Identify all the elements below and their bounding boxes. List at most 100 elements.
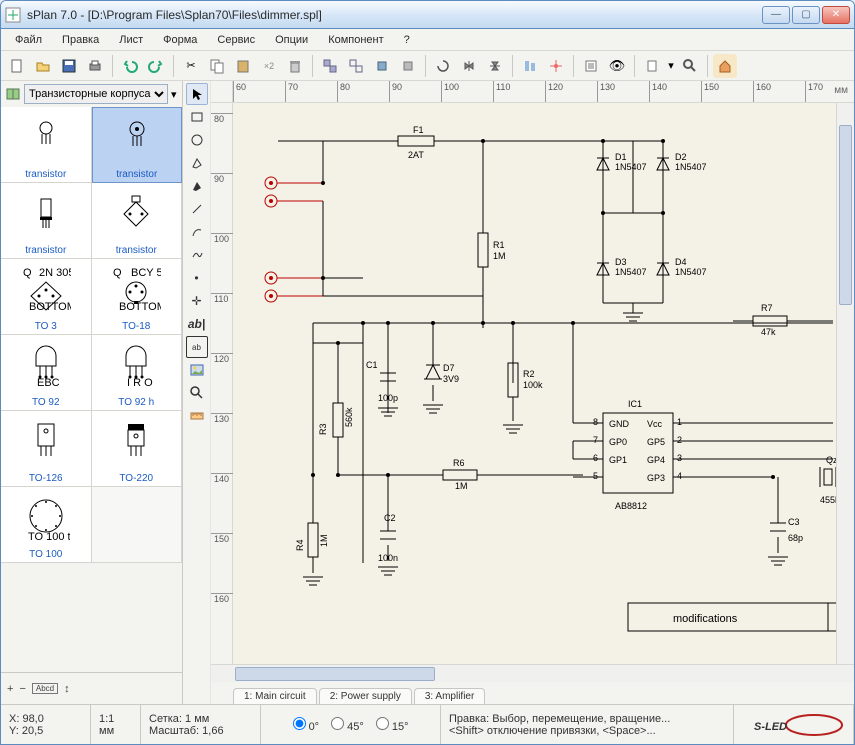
node-tool[interactable]: • <box>186 267 208 289</box>
svg-text:GP1: GP1 <box>609 455 627 465</box>
ungroup-button[interactable] <box>344 54 368 78</box>
svg-text:4: 4 <box>677 471 682 481</box>
scrollbar-horizontal[interactable] <box>211 664 854 682</box>
main-toolbar: ✂ ×2 👁 ▾ <box>1 51 854 81</box>
undo-button[interactable] <box>118 54 142 78</box>
svg-text:1M: 1M <box>319 534 329 547</box>
image-tool[interactable] <box>186 359 208 381</box>
lib-book-icon[interactable] <box>5 84 21 104</box>
svg-text:Q: Q <box>113 268 122 279</box>
measure-tool[interactable] <box>186 405 208 427</box>
line-tool[interactable] <box>186 198 208 220</box>
fliph-button[interactable] <box>457 54 481 78</box>
lib-item[interactable]: EBCTO 92 <box>1 335 92 411</box>
redo-button[interactable] <box>144 54 168 78</box>
angle-0[interactable] <box>293 717 306 730</box>
search-button[interactable]: 👁 <box>605 54 629 78</box>
menu-help[interactable]: ? <box>396 32 418 48</box>
angle-45[interactable] <box>331 717 344 730</box>
lib-item[interactable]: I R OTO 92 h <box>92 335 183 411</box>
rotate-button[interactable] <box>431 54 455 78</box>
fillpoly-tool[interactable] <box>186 175 208 197</box>
print-button[interactable] <box>83 54 107 78</box>
move-icon[interactable]: ↕ <box>64 683 70 695</box>
lib-item[interactable]: transistor <box>1 107 92 183</box>
unit-label: мм <box>99 725 132 737</box>
svg-text:6: 6 <box>593 453 598 463</box>
minimize-button[interactable]: — <box>762 6 790 24</box>
align-button[interactable] <box>518 54 542 78</box>
bezier-tool[interactable] <box>186 221 208 243</box>
lib-item[interactable]: Q2N 3055BOTTOM VIEWTO 3 <box>1 259 92 335</box>
svg-text:100n: 100n <box>378 553 398 563</box>
zoom-tool[interactable] <box>186 382 208 404</box>
svg-text:GND: GND <box>609 419 630 429</box>
save-button[interactable] <box>57 54 81 78</box>
lib-item[interactable]: transistor <box>92 107 183 183</box>
tab-3[interactable]: 3: Amplifier <box>414 688 485 704</box>
maximize-button[interactable]: ▢ <box>792 6 820 24</box>
menu-form[interactable]: Форма <box>155 32 205 48</box>
lib-item[interactable]: TO-220 <box>92 411 183 487</box>
schematic-canvas[interactable]: F1 2AT D1 1N5407 <box>233 103 836 664</box>
circle-tool[interactable] <box>186 129 208 151</box>
select-tool[interactable] <box>186 83 208 105</box>
lib-item[interactable]: transistor <box>1 183 92 259</box>
menu-file[interactable]: Файл <box>7 32 50 48</box>
lib-dropdown-icon[interactable]: ▾ <box>171 88 178 101</box>
svg-text:D2: D2 <box>675 152 687 162</box>
home-button[interactable] <box>713 54 737 78</box>
zoom-button[interactable] <box>678 54 702 78</box>
flipv-button[interactable] <box>483 54 507 78</box>
open-button[interactable] <box>31 54 55 78</box>
svg-text:3V9: 3V9 <box>443 374 459 384</box>
dup-button[interactable]: ×2 <box>257 54 281 78</box>
delete-button[interactable] <box>283 54 307 78</box>
lib-item[interactable]: TO 100 top viewTO 100 <box>1 487 92 563</box>
tab-1[interactable]: 1: Main circuit <box>233 688 317 704</box>
cut-button[interactable]: ✂ <box>179 54 203 78</box>
menu-options[interactable]: Опции <box>267 32 316 48</box>
svg-text:1: 1 <box>677 417 682 427</box>
menu-sheet[interactable]: Лист <box>111 32 151 48</box>
list-button[interactable] <box>579 54 603 78</box>
add-icon[interactable]: + <box>7 683 13 695</box>
textbox-tool[interactable]: ab <box>186 336 208 358</box>
label-icon[interactable]: Abcd <box>32 683 58 694</box>
svg-text:BOTTOM VIEW: BOTTOM VIEW <box>119 301 161 312</box>
svg-text:D3: D3 <box>615 257 627 267</box>
spline-tool[interactable] <box>186 244 208 266</box>
cross-tool[interactable]: ✛ <box>186 290 208 312</box>
svg-text:modifications: modifications <box>673 613 738 625</box>
close-button[interactable]: ✕ <box>822 6 850 24</box>
remove-icon[interactable]: − <box>19 683 25 695</box>
angle-15[interactable] <box>376 717 389 730</box>
group-button[interactable] <box>318 54 342 78</box>
svg-text:455kHz: 455kHz <box>820 495 836 505</box>
dropdown-icon[interactable]: ▾ <box>666 54 676 78</box>
menu-service[interactable]: Сервис <box>209 32 263 48</box>
text-tool[interactable]: ab| <box>186 313 208 335</box>
copy-button[interactable] <box>205 54 229 78</box>
snap-button[interactable] <box>544 54 568 78</box>
rect-tool[interactable] <box>186 106 208 128</box>
lib-item[interactable]: TO-126 <box>1 411 92 487</box>
menu-component[interactable]: Компонент <box>320 32 391 48</box>
paste-button[interactable] <box>231 54 255 78</box>
library-select[interactable]: Транзисторные корпуса <box>24 84 168 104</box>
front-button[interactable] <box>370 54 394 78</box>
menu-edit[interactable]: Правка <box>54 32 107 48</box>
poly-tool[interactable] <box>186 152 208 174</box>
back-button[interactable] <box>396 54 420 78</box>
scrollbar-vertical[interactable] <box>836 103 854 664</box>
new-button[interactable] <box>5 54 29 78</box>
svg-text:100k: 100k <box>523 380 543 390</box>
tab-2[interactable]: 2: Power supply <box>319 688 412 704</box>
doc-button[interactable] <box>640 54 664 78</box>
svg-text:1N5407: 1N5407 <box>675 162 707 172</box>
lib-item[interactable]: transistor <box>92 183 183 259</box>
svg-text:AB8812: AB8812 <box>615 501 647 511</box>
hint1: Правка: Выбор, перемещение, вращение... <box>449 713 725 725</box>
lib-item[interactable]: QBCY 58BOTTOM VIEWTO-18 <box>92 259 183 335</box>
svg-text:GP0: GP0 <box>609 437 627 447</box>
